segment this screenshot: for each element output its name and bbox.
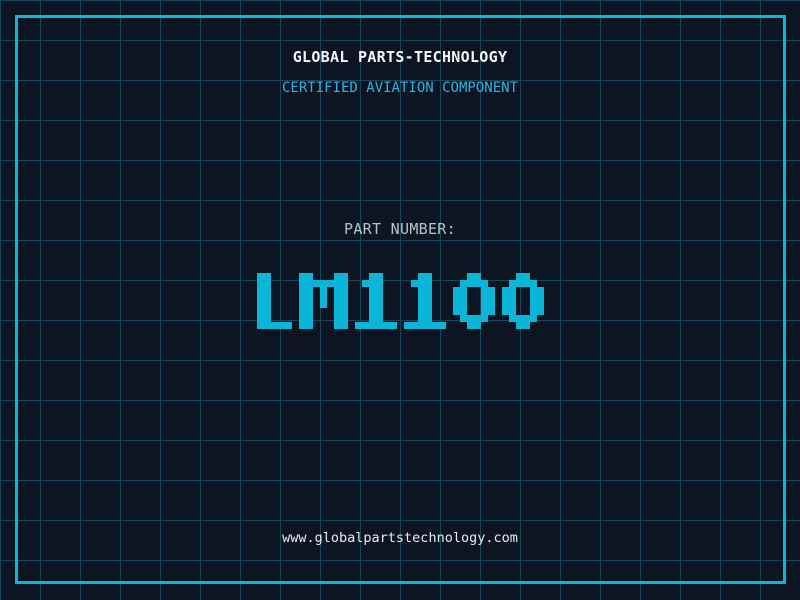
website-url: www.globalpartstechnology.com — [282, 530, 518, 546]
blueprint-part-card: GLOBAL PARTS-TECHNOLOGY CERTIFIED AVIATI… — [0, 0, 800, 600]
part-number-label: PART NUMBER: — [344, 220, 456, 238]
part-number-value — [0, 273, 800, 329]
certification-subtitle: CERTIFIED AVIATION COMPONENT — [281, 80, 518, 96]
company-name: GLOBAL PARTS-TECHNOLOGY — [292, 48, 508, 66]
